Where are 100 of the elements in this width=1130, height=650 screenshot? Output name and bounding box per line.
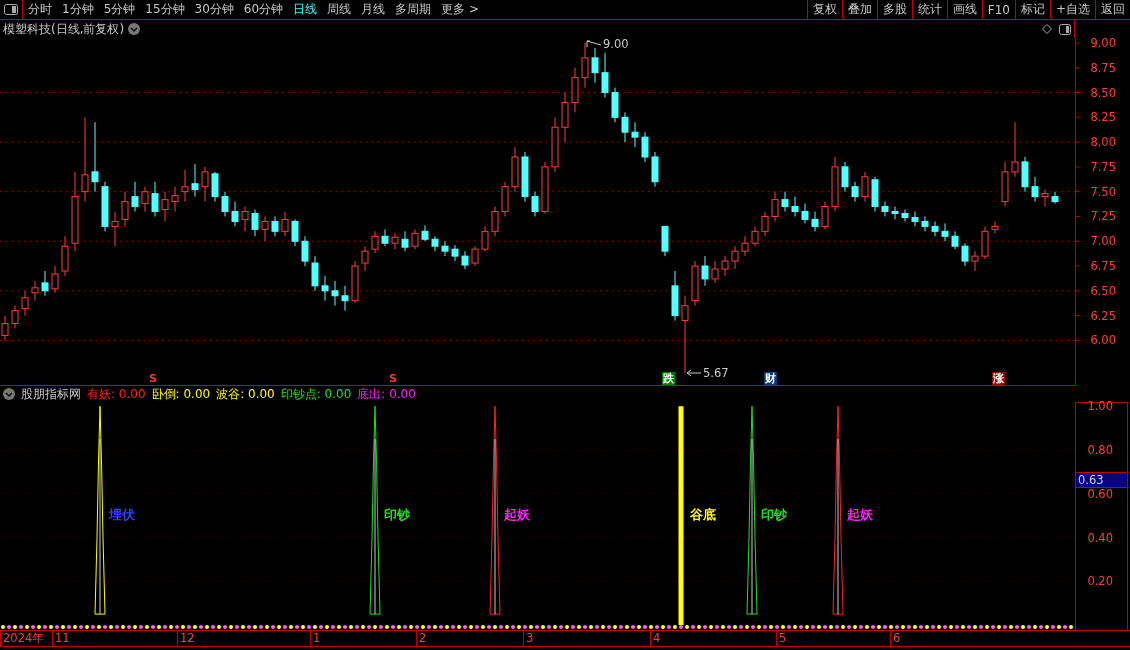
candlestick (51, 265, 59, 294)
candlestick (901, 209, 909, 222)
price-tick: 8.00 (1090, 135, 1116, 150)
price-tick: 7.50 (1090, 184, 1116, 199)
candlestick (961, 242, 969, 267)
candlestick (911, 211, 919, 227)
signal-label: 谷底 (690, 506, 716, 524)
candlestick (751, 225, 759, 247)
date-label: 4 (652, 631, 661, 646)
legend-value: 底出: 0.00 (357, 385, 416, 403)
candlestick (251, 209, 259, 237)
candlestick (491, 206, 499, 237)
candlestick (1051, 191, 1059, 205)
candlestick (711, 260, 719, 284)
candlestick (771, 191, 779, 222)
date-label: 3 (525, 631, 534, 646)
candlestick (1041, 189, 1049, 208)
period-tab[interactable]: 60分钟 (238, 0, 289, 19)
candlestick (781, 191, 789, 212)
candlestick (361, 245, 369, 272)
period-tab[interactable]: 多周期 (390, 0, 437, 19)
indicator-tick: 0.60 (1087, 486, 1113, 501)
candlestick (991, 220, 999, 234)
price-tick: 7.75 (1090, 159, 1116, 174)
candlestick (261, 215, 269, 242)
candlestick (431, 235, 439, 252)
candlestick (891, 206, 899, 220)
date-label: 11 (54, 631, 70, 646)
candlestick (581, 42, 589, 89)
candlestick (21, 290, 29, 317)
candlestick (191, 163, 199, 198)
period-tab[interactable]: 分时 (23, 0, 57, 19)
period-tab[interactable]: 5分钟 (98, 0, 141, 19)
chevron-down-icon[interactable] (3, 388, 15, 400)
candlestick (201, 166, 209, 203)
candlestick (341, 285, 349, 312)
candlestick (151, 181, 159, 217)
signal-marker: S (148, 372, 158, 385)
candlestick (641, 131, 649, 163)
candlestick (451, 244, 459, 262)
candlestick (701, 255, 709, 287)
indicator-tick: 1.00 (1087, 399, 1113, 414)
more-menu[interactable]: 更多 > (436, 0, 484, 19)
candlestick (681, 295, 689, 374)
candlestick (741, 235, 749, 257)
candlestick (401, 230, 409, 252)
arrow-icon (586, 39, 602, 48)
candlestick (471, 245, 479, 267)
price-tick: 6.50 (1090, 283, 1116, 298)
period-tab[interactable]: 月线 (356, 0, 391, 19)
candlestick (111, 211, 119, 247)
candlestick (131, 181, 139, 212)
indicator-name: 股朋指标网 (21, 385, 81, 403)
candlestick (941, 222, 949, 242)
panel-toggle-icon[interactable] (1059, 24, 1071, 35)
current-value-label: 0.63 (1076, 472, 1127, 488)
chevron-down-icon[interactable] (128, 23, 141, 35)
price-tick: 7.00 (1090, 234, 1116, 249)
high-price-label: 9.00 (603, 36, 629, 51)
date-label: 2 (418, 631, 427, 646)
candlestick (331, 280, 339, 307)
candlestick (121, 191, 129, 227)
candlestick (31, 280, 39, 302)
candlestick (791, 196, 799, 217)
date-label: 6 (892, 631, 901, 646)
diamond-icon[interactable] (1042, 24, 1052, 34)
period-tab[interactable]: 1分钟 (57, 0, 99, 19)
period-tab[interactable]: 周线 (322, 0, 357, 19)
candlestick (811, 211, 819, 232)
period-tab[interactable]: 日线 (288, 0, 323, 19)
price-tick: 6.00 (1090, 333, 1116, 348)
candlestick (171, 186, 179, 212)
candlestick (1031, 176, 1039, 203)
signal-label: 起妖 (504, 506, 530, 524)
signal-badge: 跌 (662, 372, 675, 385)
candlestick (161, 191, 169, 222)
candlestick (141, 186, 149, 212)
price-tick: 8.50 (1090, 85, 1116, 100)
arrow-icon (686, 369, 702, 378)
candlestick (381, 228, 389, 247)
candlestick (411, 228, 419, 250)
candlestick (601, 52, 609, 98)
period-tab[interactable]: 30分钟 (189, 0, 239, 19)
candlestick (881, 201, 889, 217)
candlestick (211, 171, 219, 203)
candlestick (591, 47, 599, 84)
period-tab[interactable]: 15分钟 (140, 0, 190, 19)
date-label: 1 (312, 631, 321, 646)
legend-value: 有妖: 0.00 (87, 385, 146, 403)
price-tick: 6.75 (1090, 259, 1116, 274)
candlestick (441, 240, 449, 257)
date-label: 12 (179, 631, 195, 646)
candlestick (481, 225, 489, 252)
candlestick (181, 169, 189, 203)
candlestick (231, 201, 239, 227)
candlestick (11, 305, 19, 329)
candlestick (821, 201, 829, 230)
candlestick (321, 275, 329, 302)
low-price-label: 5.67 (703, 366, 729, 381)
price-tick: 7.25 (1090, 209, 1116, 224)
